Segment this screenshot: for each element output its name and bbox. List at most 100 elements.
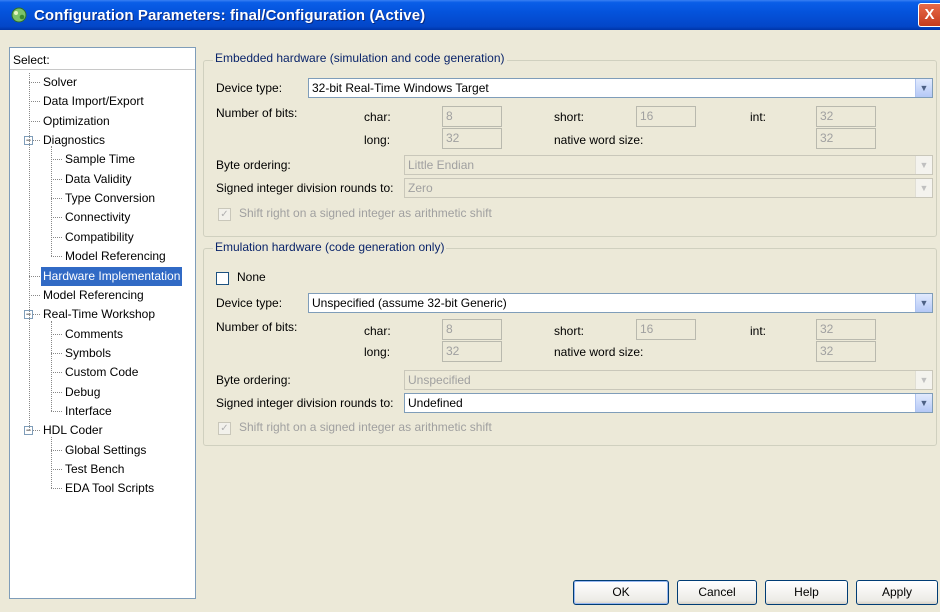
tree-item-label: HDL Coder (43, 423, 103, 438)
emulation-char-field[interactable]: 8 (442, 319, 502, 340)
ok-button[interactable]: OK (573, 580, 669, 605)
embedded-long-field[interactable]: 32 (442, 128, 502, 149)
embedded-byte-ordering-label: Byte ordering: (216, 158, 291, 172)
tree-connector (51, 488, 62, 490)
embedded-signed-division-select[interactable]: Zero ▼ (404, 178, 933, 198)
chevron-down-icon: ▼ (915, 79, 932, 97)
tree-connector (51, 449, 62, 451)
chevron-down-icon: ▼ (915, 371, 932, 389)
tree-connector (51, 372, 62, 374)
tree-item[interactable]: Data Validity (63, 170, 133, 189)
emulation-byte-ordering-value: Unspecified (408, 373, 471, 387)
tree-item[interactable]: Model Referencing (41, 286, 146, 305)
tree-connector (51, 217, 62, 219)
emulation-int-label: int: (750, 324, 767, 338)
simulink-config-icon (11, 7, 27, 23)
tree-item-label: Hardware Implementation (43, 268, 181, 283)
tree-item-label: Real-Time Workshop (43, 307, 156, 322)
tree-item-label: Test Bench (65, 462, 125, 476)
tree-item-label: Sample Time (65, 152, 136, 167)
tree-connector (51, 236, 62, 238)
emulation-shift-checkbox[interactable]: ✓ (218, 422, 231, 435)
tree-item-label: Model Referencing (65, 249, 166, 264)
tree-item-label: Solver (43, 75, 78, 89)
tree-connector (29, 275, 40, 277)
embedded-short-label: short: (554, 110, 585, 124)
tree-connector (51, 256, 62, 258)
emulation-hardware-title: Emulation hardware (code generation only… (213, 240, 447, 254)
emulation-short-label: short: (554, 324, 585, 338)
emulation-shift-label: Shift right on a signed integer as arith… (239, 420, 492, 434)
tree-item[interactable]: Debug (63, 383, 102, 402)
embedded-device-type-label: Device type: (216, 81, 283, 95)
embedded-shift-label: Shift right on a signed integer as arith… (239, 206, 492, 220)
tree-item[interactable]: Interface (63, 402, 114, 421)
emulation-long-label: long: (364, 345, 391, 359)
emulation-byte-ordering-select[interactable]: Unspecified ▼ (404, 370, 933, 390)
emulation-none-checkbox[interactable] (216, 272, 229, 285)
emulation-signed-division-label: Signed integer division rounds to: (216, 396, 394, 410)
tree-item[interactable]: Data Import/Export (41, 92, 146, 111)
tree-item[interactable]: Symbols (63, 344, 113, 363)
tree-guide-line (51, 146, 52, 257)
tree-item[interactable]: Global Settings (63, 441, 148, 460)
tree-connector (29, 294, 40, 296)
apply-button[interactable]: Apply (856, 580, 938, 605)
tree-guide-line (51, 436, 52, 489)
embedded-char-field[interactable]: 8 (442, 106, 502, 127)
embedded-byte-ordering-select[interactable]: Little Endian ▼ (404, 155, 933, 175)
emulation-device-type-label: Device type: (216, 296, 283, 310)
tree-item[interactable]: Type Conversion (63, 189, 157, 208)
select-tree: Select: Solver Data Import/Export Optimiza… (9, 47, 196, 599)
tree-item-label: Diagnostics (43, 133, 106, 148)
tree-item[interactable]: Solver (41, 73, 79, 92)
emulation-none-label: None (237, 270, 266, 284)
embedded-short-field[interactable]: 16 (636, 106, 696, 127)
tree-item-label: EDA Tool Scripts (65, 481, 155, 496)
emulation-short-field[interactable]: 16 (636, 319, 696, 340)
emulation-native-word-field[interactable]: 32 (816, 341, 876, 362)
emulation-long-field[interactable]: 32 (442, 341, 502, 362)
tree-item[interactable]: EDA Tool Scripts (63, 479, 156, 498)
embedded-shift-checkbox[interactable]: ✓ (218, 208, 231, 221)
tree-guide-line (29, 73, 30, 431)
tree-item[interactable]: Sample Time (63, 150, 137, 169)
embedded-signed-division-label: Signed integer division rounds to: (216, 181, 394, 195)
tree-item[interactable]: Test Bench (63, 460, 126, 479)
chevron-down-icon: ▼ (915, 179, 932, 197)
close-button[interactable]: X (918, 3, 940, 27)
tree-item[interactable]: Optimization (41, 112, 112, 131)
embedded-device-type-select[interactable]: 32-bit Real-Time Windows Target ▼ (308, 78, 933, 98)
tree-item[interactable]: Compatibility (63, 228, 136, 247)
embedded-signed-division-value: Zero (408, 181, 433, 195)
tree-item[interactable]: Custom Code (63, 363, 140, 382)
emulation-device-type-select[interactable]: Unspecified (assume 32-bit Generic) ▼ (308, 293, 933, 313)
cancel-button[interactable]: Cancel (677, 580, 757, 605)
tree-connector (29, 120, 40, 122)
tree-connector (29, 101, 40, 103)
chevron-down-icon: ▼ (915, 294, 932, 312)
title-bar: Configuration Parameters: final/Configur… (0, 0, 940, 30)
tree-connector (51, 410, 62, 412)
tree-item[interactable]: Comments (63, 325, 125, 344)
tree-connector (51, 352, 62, 354)
emulation-signed-division-select[interactable]: Undefined ▼ (404, 393, 933, 413)
embedded-hardware-title: Embedded hardware (simulation and code g… (213, 51, 507, 65)
tree-guide-line (51, 320, 52, 411)
tree-connector (29, 82, 40, 83)
tree-item[interactable]: Hardware Implementation (41, 266, 183, 286)
embedded-num-bits-label: Number of bits: (216, 106, 298, 120)
tree-connector (51, 333, 62, 335)
embedded-char-label: char: (364, 110, 391, 124)
tree-item[interactable]: Model Referencing (63, 247, 168, 266)
emulation-int-field[interactable]: 32 (816, 319, 876, 340)
embedded-native-word-field[interactable]: 32 (816, 128, 876, 149)
chevron-down-icon: ▼ (915, 394, 932, 412)
embedded-long-label: long: (364, 133, 391, 147)
embedded-int-field[interactable]: 32 (816, 106, 876, 127)
tree-item[interactable]: Real-Time Workshop (41, 305, 157, 324)
tree-item[interactable]: Connectivity (63, 208, 132, 227)
embedded-byte-ordering-value: Little Endian (408, 158, 475, 172)
help-button[interactable]: Help (765, 580, 848, 605)
embedded-device-type-value: 32-bit Real-Time Windows Target (312, 81, 489, 95)
